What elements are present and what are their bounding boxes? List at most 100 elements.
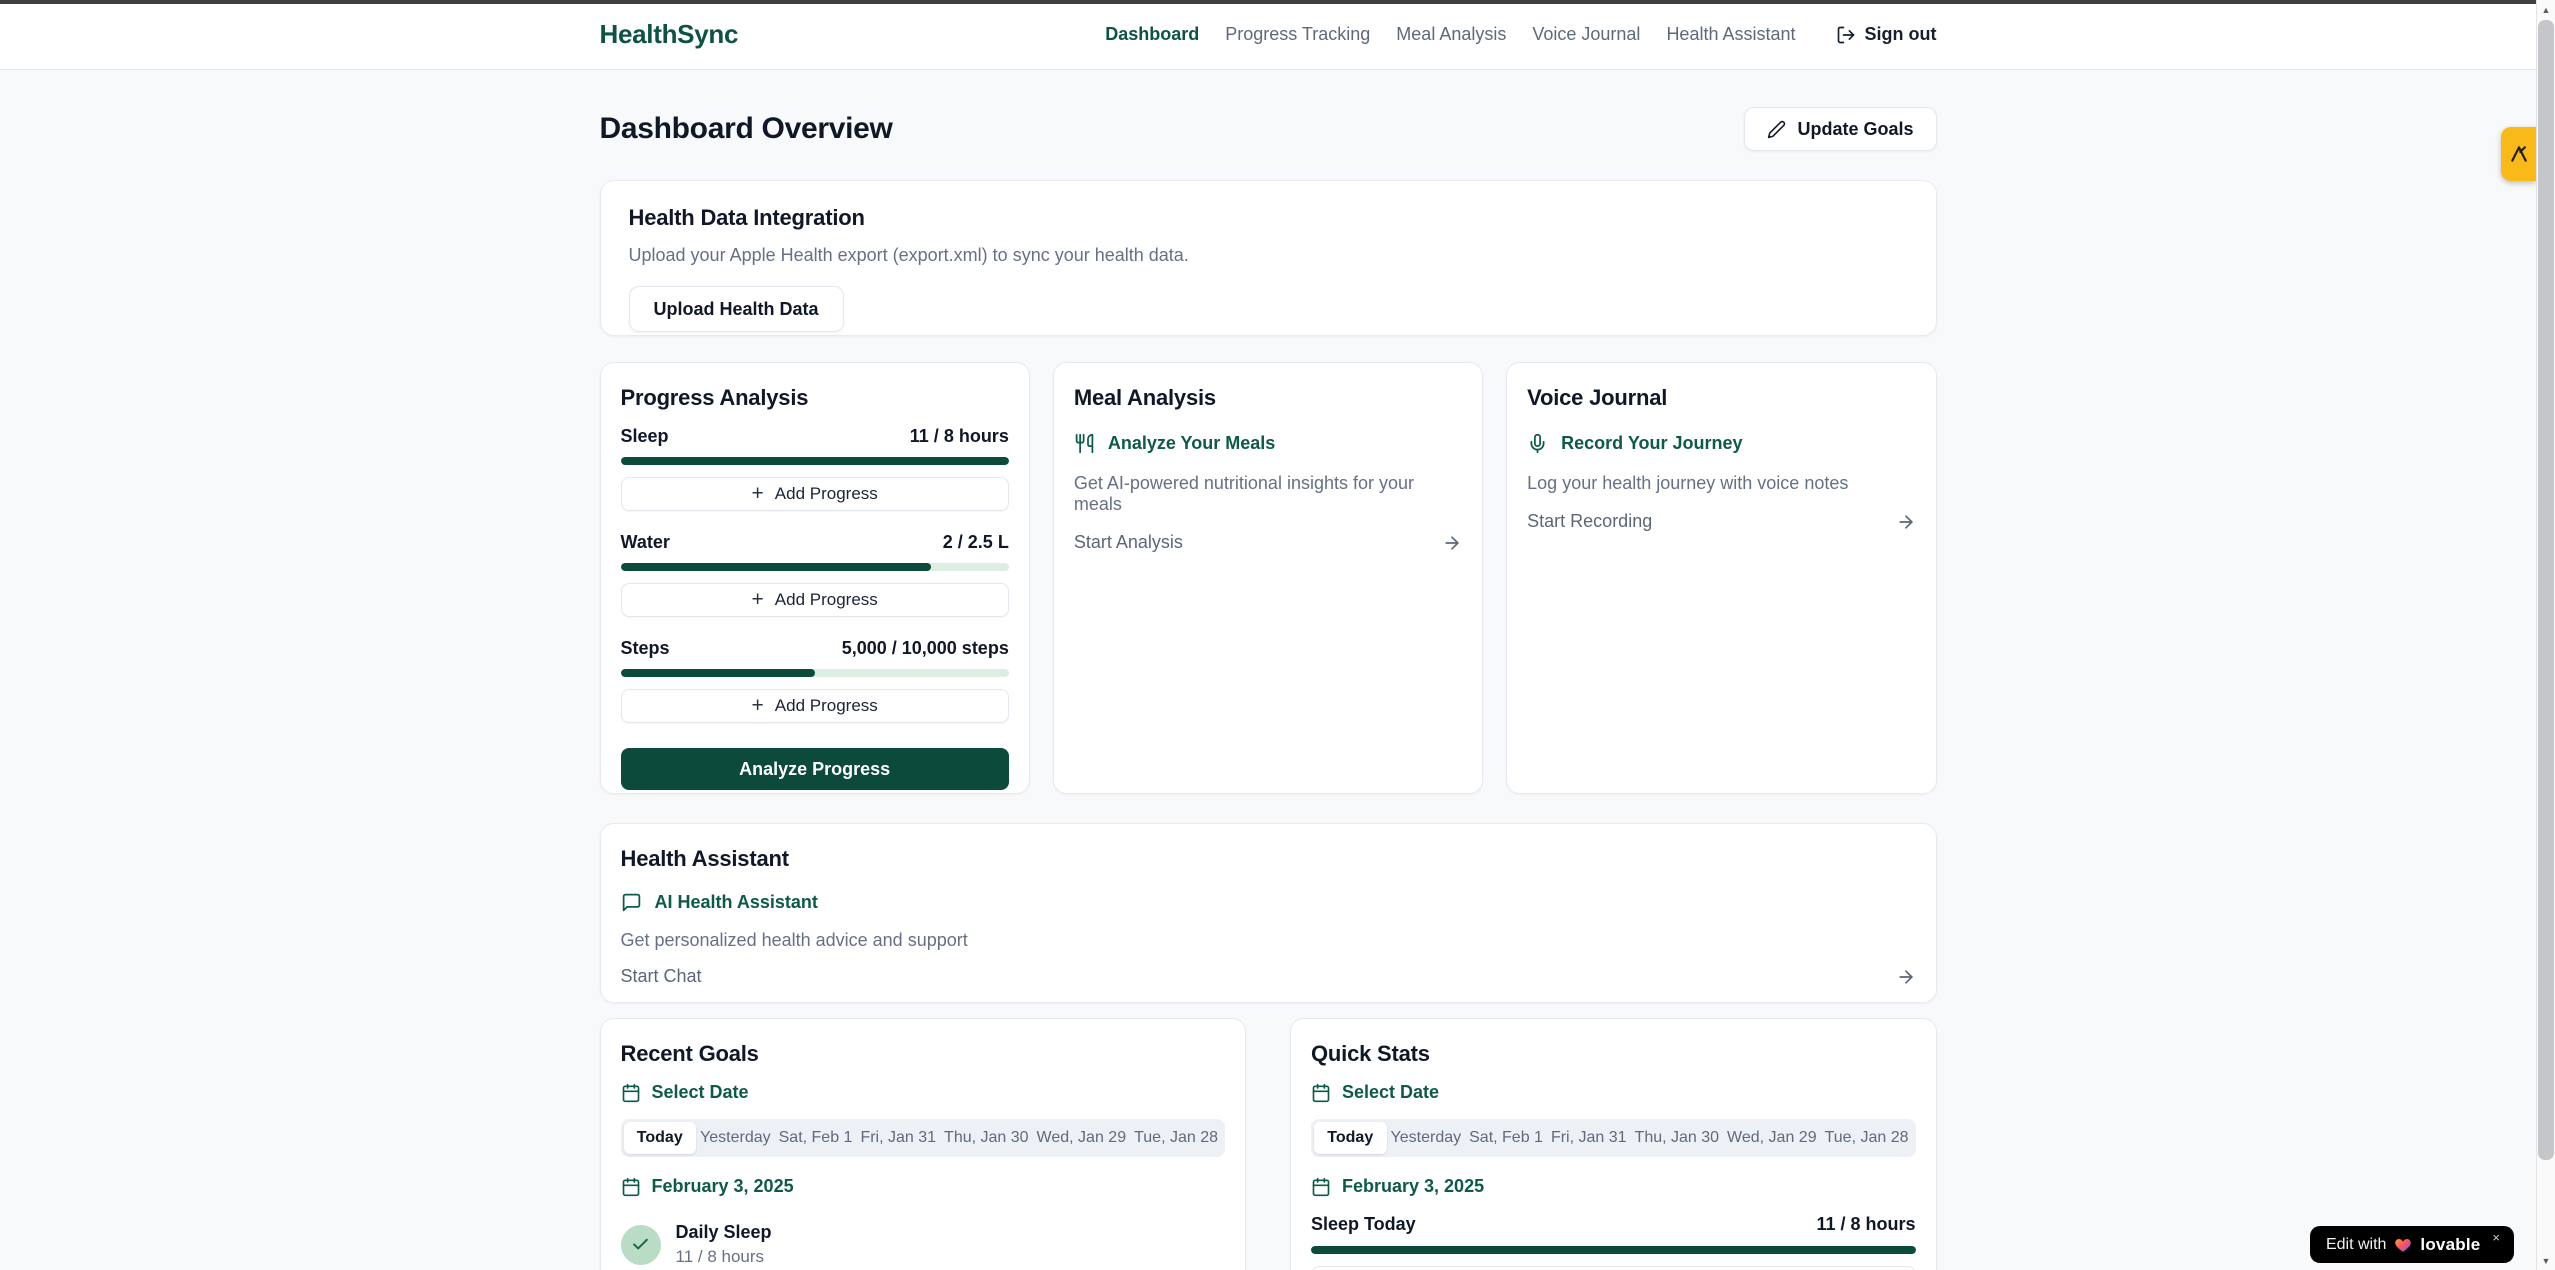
- quick-stats-add-progress-button[interactable]: + Add Progress: [1311, 1266, 1916, 1270]
- vertical-scrollbar[interactable]: ▲ ▼: [2536, 0, 2555, 1270]
- start-analysis-action[interactable]: Start Analysis: [1074, 532, 1462, 553]
- date-tab-tue-jan-28[interactable]: Tue, Jan 28: [1130, 1122, 1222, 1154]
- page-title: Dashboard Overview: [600, 112, 893, 146]
- date-tab-today[interactable]: Today: [624, 1122, 697, 1154]
- health-data-title: Health Data Integration: [629, 205, 1908, 231]
- recent-goals-card: Recent Goals Select Date TodayYesterdayS…: [600, 1018, 1247, 1270]
- metrics-list: Sleep11 / 8 hours+Add ProgressWater2 / 2…: [621, 426, 1009, 723]
- plus-icon: +: [752, 589, 764, 610]
- health-assistant-description: Get personalized health advice and suppo…: [621, 930, 1916, 951]
- date-tab-tue-jan-28[interactable]: Tue, Jan 28: [1821, 1122, 1913, 1154]
- update-goals-label: Update Goals: [1797, 119, 1913, 140]
- nav-item-health-assistant[interactable]: Health Assistant: [1666, 24, 1795, 45]
- metric-sleep: Sleep 11 / 8 hours +Add Progress: [621, 426, 1009, 511]
- quick-stats-date[interactable]: February 3, 2025: [1311, 1176, 1916, 1197]
- metric-steps: Steps 5,000 / 10,000 steps +Add Progress: [621, 638, 1009, 723]
- metric-label: Sleep: [621, 426, 669, 447]
- date-tab-yesterday[interactable]: Yesterday: [696, 1122, 775, 1154]
- meal-analysis-card: Meal Analysis Analyze Your Meals Get AI-…: [1053, 362, 1483, 794]
- health-data-description: Upload your Apple Health export (export.…: [629, 245, 1908, 266]
- top-strip: [0, 0, 2536, 4]
- start-recording-action[interactable]: Start Recording: [1527, 511, 1915, 532]
- health-assistant-title: Health Assistant: [621, 846, 1916, 872]
- log-out-icon: [1836, 25, 1856, 45]
- lovable-widget-button[interactable]: [2501, 127, 2536, 181]
- metric-label: Water: [621, 532, 670, 553]
- voice-journal-title: Voice Journal: [1527, 385, 1915, 411]
- app-logo: HealthSync: [600, 19, 739, 50]
- progress-analysis-card: Progress Analysis Sleep 11 / 8 hours +Add …: [600, 362, 1030, 794]
- quick-stats-select-date[interactable]: Select Date: [1311, 1082, 1916, 1103]
- title-row: Dashboard Overview Update Goals: [600, 107, 1937, 151]
- edit-with-lovable-badge[interactable]: Edit with lovable ×: [2310, 1226, 2514, 1263]
- pencil-icon: [1767, 120, 1786, 139]
- sleep-today-progress-bar: [1311, 1246, 1916, 1254]
- close-icon[interactable]: ×: [2492, 1230, 2500, 1245]
- recent-goals-date-tabs: TodayYesterdaySat, Feb 1Fri, Jan 31Thu, …: [621, 1119, 1226, 1157]
- add-progress-button-sleep[interactable]: +Add Progress: [621, 477, 1009, 511]
- metric-value: 5,000 / 10,000 steps: [842, 638, 1009, 659]
- analyze-progress-button[interactable]: Analyze Progress: [621, 748, 1009, 790]
- sleep-today-stat: Sleep Today 11 / 8 hours: [1311, 1214, 1916, 1235]
- nav-item-meal-analysis[interactable]: Meal Analysis: [1396, 24, 1506, 45]
- start-chat-action[interactable]: Start Chat: [621, 966, 1916, 987]
- meal-analysis-description: Get AI-powered nutritional insights for …: [1074, 473, 1462, 515]
- nav-items: Dashboard Progress Tracking Meal Analysis V…: [1105, 24, 1795, 45]
- date-tab-today[interactable]: Today: [1314, 1122, 1387, 1154]
- nav-item-progress-tracking[interactable]: Progress Tracking: [1225, 24, 1370, 45]
- calendar-icon: [1311, 1177, 1331, 1197]
- voice-journal-card: Voice Journal Record Your Journey Log yo…: [1506, 362, 1936, 794]
- bottom-row: Recent Goals Select Date TodayYesterdayS…: [600, 1018, 1937, 1270]
- scrollbar-thumb[interactable]: [2538, 20, 2554, 1160]
- recent-goals-title: Recent Goals: [621, 1041, 1226, 1067]
- main-content: Dashboard Overview Update Goals Health D…: [600, 107, 1937, 1270]
- date-tab-fri-jan-31[interactable]: Fri, Jan 31: [1547, 1122, 1631, 1154]
- metric-label: Steps: [621, 638, 670, 659]
- scroll-down-arrow-icon[interactable]: ▼: [2537, 1251, 2555, 1270]
- check-icon: [621, 1225, 661, 1265]
- health-assistant-card: Health Assistant AI Health Assistant Get…: [600, 823, 1937, 1003]
- voice-journal-description: Log your health journey with voice notes: [1527, 473, 1915, 494]
- sign-out-label: Sign out: [1865, 24, 1937, 45]
- quick-stats-card: Quick Stats Select Date TodayYesterdaySa…: [1290, 1018, 1937, 1270]
- sign-out-button[interactable]: Sign out: [1836, 24, 1937, 45]
- date-tab-thu-jan-30[interactable]: Thu, Jan 30: [1631, 1122, 1724, 1154]
- metric-progress-bar: [621, 563, 1009, 571]
- nav-item-voice-journal[interactable]: Voice Journal: [1532, 24, 1640, 45]
- analyze-your-meals-link[interactable]: Analyze Your Meals: [1074, 433, 1462, 454]
- progress-analysis-title: Progress Analysis: [621, 385, 1009, 411]
- date-tab-thu-jan-30[interactable]: Thu, Jan 30: [940, 1122, 1033, 1154]
- metric-value: 11 / 8 hours: [910, 426, 1009, 447]
- update-goals-button[interactable]: Update Goals: [1744, 107, 1936, 151]
- date-tab-fri-jan-31[interactable]: Fri, Jan 31: [856, 1122, 940, 1154]
- upload-health-data-button[interactable]: Upload Health Data: [629, 286, 844, 332]
- feature-row: Progress Analysis Sleep 11 / 8 hours +Add …: [600, 362, 1937, 794]
- heart-icon: [2394, 1236, 2412, 1254]
- nav-item-dashboard[interactable]: Dashboard: [1105, 24, 1199, 45]
- scroll-up-arrow-icon[interactable]: ▲: [2537, 0, 2555, 19]
- recent-goals-select-date[interactable]: Select Date: [621, 1082, 1226, 1103]
- add-progress-button-steps[interactable]: +Add Progress: [621, 689, 1009, 723]
- header: HealthSync Dashboard Progress Tracking Mea…: [0, 0, 2536, 70]
- mic-icon: [1527, 433, 1548, 454]
- app-area: HealthSync Dashboard Progress Tracking Mea…: [0, 0, 2536, 1270]
- date-tab-sat-feb-1[interactable]: Sat, Feb 1: [775, 1122, 857, 1154]
- date-tab-yesterday[interactable]: Yesterday: [1387, 1122, 1466, 1154]
- date-tab-wed-jan-29[interactable]: Wed, Jan 29: [1723, 1122, 1821, 1154]
- arrow-right-icon: [1896, 512, 1916, 532]
- calendar-icon: [621, 1177, 641, 1197]
- record-your-journey-link[interactable]: Record Your Journey: [1527, 433, 1915, 454]
- plus-icon: +: [752, 695, 764, 716]
- main-nav: Dashboard Progress Tracking Meal Analysis V…: [1105, 24, 1936, 45]
- date-tab-sat-feb-1[interactable]: Sat, Feb 1: [1465, 1122, 1547, 1154]
- recent-goals-date[interactable]: February 3, 2025: [621, 1176, 1226, 1197]
- quick-stats-date-tabs: TodayYesterdaySat, Feb 1Fri, Jan 31Thu, …: [1311, 1119, 1916, 1157]
- goal-name: Daily Sleep: [676, 1222, 772, 1243]
- arrow-right-icon: [1896, 967, 1916, 987]
- health-data-card: Health Data Integration Upload your Appl…: [600, 180, 1937, 336]
- add-progress-button-water[interactable]: +Add Progress: [621, 583, 1009, 617]
- ai-health-assistant-link[interactable]: AI Health Assistant: [621, 892, 1916, 913]
- quick-stats-title: Quick Stats: [1311, 1041, 1916, 1067]
- utensils-icon: [1074, 433, 1095, 454]
- date-tab-wed-jan-29[interactable]: Wed, Jan 29: [1033, 1122, 1131, 1154]
